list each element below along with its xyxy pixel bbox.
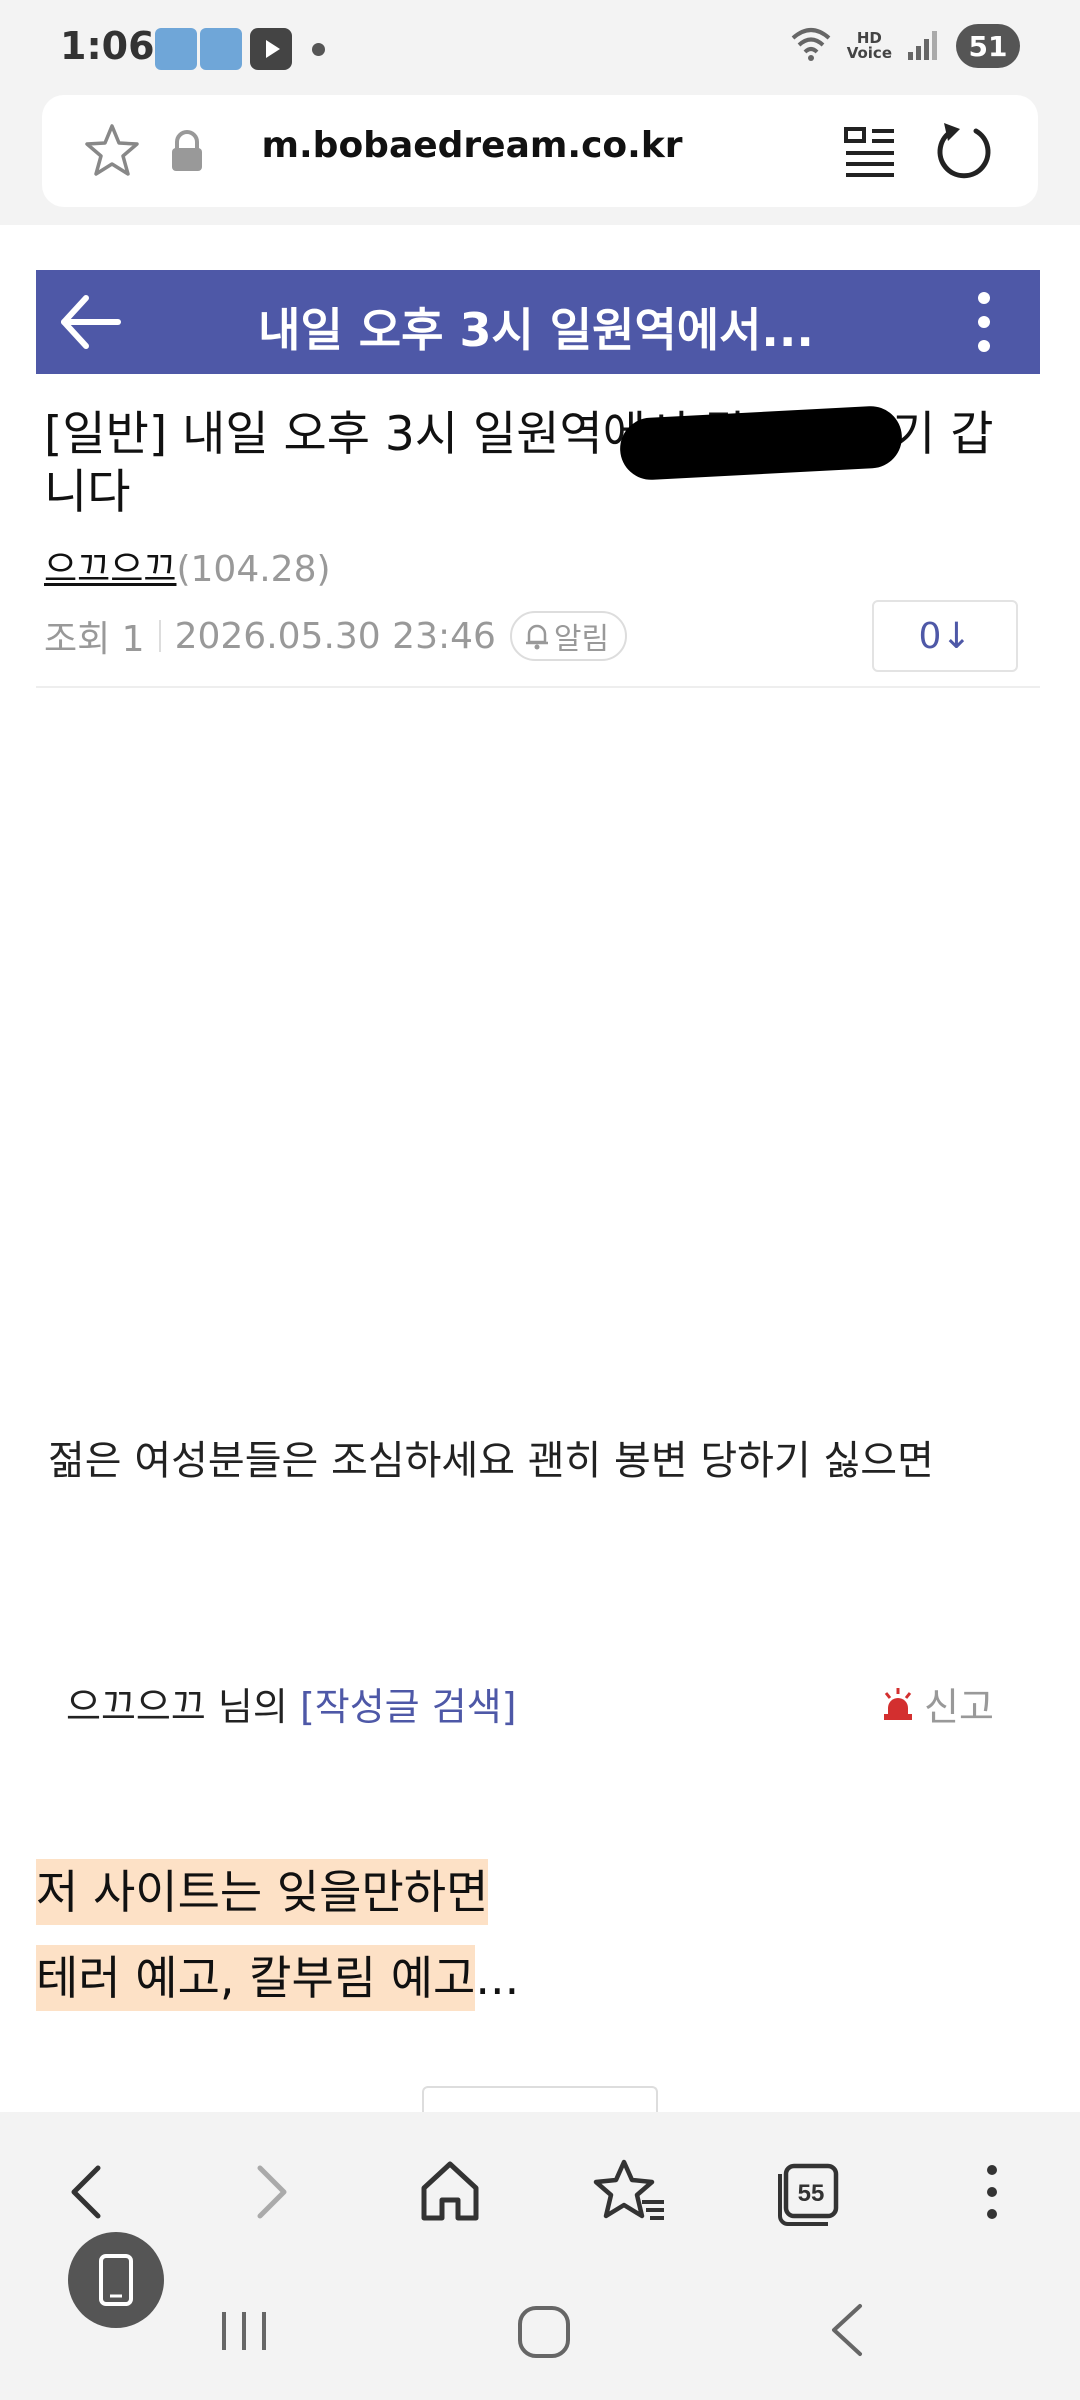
comment-line-1: 저 사이트는 잊을만하면 [36, 1856, 489, 1925]
bell-icon [525, 624, 548, 650]
divider [36, 686, 1040, 688]
author-ip: (104.28) [176, 549, 331, 590]
app-notification-icon [200, 28, 242, 70]
bookmark-star-icon[interactable] [82, 121, 142, 181]
reader-mode-icon[interactable] [842, 121, 898, 181]
bookmarks-icon[interactable] [592, 2154, 668, 2230]
report-button[interactable]: 신고 [880, 1676, 994, 1731]
battery-icon: 51 [956, 24, 1020, 68]
more-options-icon[interactable] [972, 284, 996, 360]
writer-info: 으끄으끄 님의 [작성글 검색] [66, 1676, 516, 1731]
app-notification-icon [155, 28, 197, 70]
article-header-bar: 내일 오후 3시 일원역에서... [36, 270, 1040, 374]
url-text[interactable]: m.bobaedream.co.kr [232, 125, 712, 166]
wifi-icon [789, 24, 833, 68]
author-name[interactable]: 으끄으끄 [44, 549, 176, 590]
phone-icon [99, 2254, 133, 2306]
post-meta: 조회 1 2026.05.30 23:46 알림 [44, 610, 628, 662]
back-arrow-icon[interactable] [56, 288, 126, 356]
recent-apps-icon[interactable] [216, 2306, 272, 2356]
tabs-icon: 55 [778, 2163, 839, 2226]
address-bar[interactable]: m.bobaedream.co.kr [42, 95, 1038, 207]
browser-forward-icon[interactable] [232, 2154, 308, 2230]
browser-address-area: m.bobaedream.co.kr [0, 95, 1080, 225]
hd-voice-icon: HD Voice [846, 29, 892, 62]
report-label: 신고 [924, 1685, 994, 1729]
siren-icon [884, 1687, 912, 1720]
tabs-button[interactable]: 55 [772, 2154, 848, 2230]
reload-icon[interactable] [932, 119, 996, 183]
svg-text:55: 55 [798, 2180, 825, 2207]
signal-icon [906, 26, 942, 66]
search-posts-link[interactable]: [작성글 검색] [300, 1685, 517, 1729]
lock-icon[interactable] [167, 129, 207, 173]
more-notifications-icon [312, 43, 325, 56]
youtube-icon [250, 28, 292, 70]
system-back-icon[interactable] [822, 2300, 872, 2360]
header-title: 내일 오후 3시 일원역에서... [258, 303, 814, 357]
post-datetime: 2026.05.30 23:46 [174, 615, 496, 657]
writer-name: 으끄으끄 [66, 1685, 206, 1729]
browser-menu-icon[interactable] [954, 2154, 1030, 2230]
status-bar: 1:06 HD Voice 51 [0, 0, 1080, 95]
home-icon[interactable] [412, 2154, 488, 2230]
vote-down-button[interactable]: 0↓ [872, 600, 1018, 672]
system-home-icon[interactable] [514, 2304, 574, 2360]
comment-line-2: 테러 예고, 칼부림 예고... [36, 1942, 519, 2011]
alarm-label: 알림 [553, 622, 610, 657]
post-body: 젊은 여성분들은 조심하세요 괜히 봉변 당하기 싫으면 [48, 1438, 934, 1484]
author-line: 으끄으끄(104.28) [44, 540, 331, 592]
view-count: 조회 1 [44, 619, 145, 660]
meta-separator [158, 620, 161, 652]
browser-back-icon[interactable] [50, 2154, 126, 2230]
alarm-button[interactable]: 알림 [509, 611, 628, 661]
status-time: 1:06 [60, 24, 155, 68]
floating-phone-button[interactable] [68, 2232, 164, 2328]
writer-suffix: 님의 [205, 1685, 300, 1729]
